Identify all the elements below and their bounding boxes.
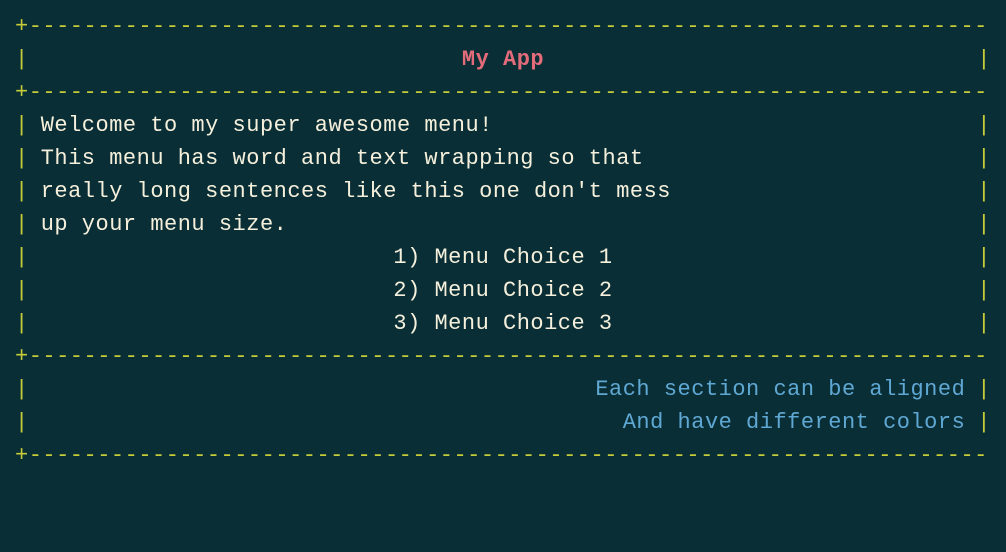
- app-title: My App: [29, 43, 978, 76]
- title-row: | My App |: [15, 43, 991, 76]
- body-row-1: | Welcome to my super awesome menu! |: [15, 109, 991, 142]
- pipe-right: |: [977, 43, 991, 76]
- pipe-left: |: [15, 406, 29, 439]
- welcome-text-4: up your menu size.: [29, 208, 978, 241]
- border-mid-2: +---------------------------------------…: [15, 340, 991, 373]
- pipe-right: |: [977, 142, 991, 175]
- body-row-4: | up your menu size. |: [15, 208, 991, 241]
- border-top: +---------------------------------------…: [15, 10, 991, 43]
- menu-row-1[interactable]: | 1) Menu Choice 1 |: [15, 241, 991, 274]
- pipe-right: |: [977, 109, 991, 142]
- footer-text-2: And have different colors: [29, 406, 978, 439]
- footer-row-1: | Each section can be aligned |: [15, 373, 991, 406]
- pipe-left: |: [15, 142, 29, 175]
- border-bottom: +---------------------------------------…: [15, 439, 991, 472]
- pipe-right: |: [977, 274, 991, 307]
- menu-row-2[interactable]: | 2) Menu Choice 2 |: [15, 274, 991, 307]
- body-row-2: | This menu has word and text wrapping s…: [15, 142, 991, 175]
- menu-row-3[interactable]: | 3) Menu Choice 3 |: [15, 307, 991, 340]
- pipe-left: |: [15, 373, 29, 406]
- pipe-left: |: [15, 274, 29, 307]
- pipe-left: |: [15, 208, 29, 241]
- footer-row-2: | And have different colors |: [15, 406, 991, 439]
- welcome-text-2: This menu has word and text wrapping so …: [29, 142, 978, 175]
- pipe-right: |: [977, 307, 991, 340]
- pipe-left: |: [15, 43, 29, 76]
- footer-text-1: Each section can be aligned: [29, 373, 978, 406]
- pipe-right: |: [977, 373, 991, 406]
- pipe-right: |: [977, 208, 991, 241]
- pipe-right: |: [977, 241, 991, 274]
- pipe-left: |: [15, 307, 29, 340]
- pipe-left: |: [15, 175, 29, 208]
- pipe-right: |: [977, 175, 991, 208]
- border-mid-1: +---------------------------------------…: [15, 76, 991, 109]
- pipe-left: |: [15, 241, 29, 274]
- menu-choice-3[interactable]: 3) Menu Choice 3: [29, 307, 978, 340]
- pipe-left: |: [15, 109, 29, 142]
- welcome-text-3: really long sentences like this one don'…: [29, 175, 978, 208]
- menu-choice-1[interactable]: 1) Menu Choice 1: [29, 241, 978, 274]
- body-row-3: | really long sentences like this one do…: [15, 175, 991, 208]
- menu-choice-2[interactable]: 2) Menu Choice 2: [29, 274, 978, 307]
- pipe-right: |: [977, 406, 991, 439]
- welcome-text-1: Welcome to my super awesome menu!: [29, 109, 978, 142]
